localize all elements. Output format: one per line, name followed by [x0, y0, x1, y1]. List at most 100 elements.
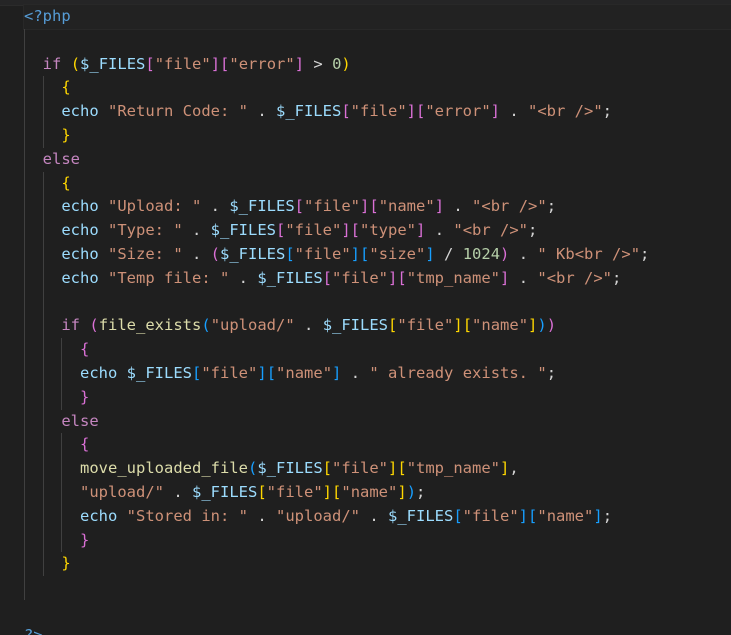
operator-token: .	[229, 268, 258, 287]
bracket-token: [	[360, 244, 370, 263]
code-line[interactable]: move_uploaded_file($_FILES["file"]["tmp_…	[24, 457, 731, 481]
code-line[interactable]: echo "Stored in: " . "upload/" . $_FILES…	[24, 504, 731, 529]
indent-guide	[42, 100, 44, 124]
string-token: "file"	[285, 221, 342, 240]
bracket-token: ]	[341, 221, 351, 240]
code-area[interactable]: <?php if ($_FILES["file"]["error"] > 0) …	[23, 4, 731, 635]
indentation	[24, 55, 43, 73]
bracket-token: ]	[360, 197, 370, 216]
indent-guide	[42, 314, 44, 339]
code-line[interactable]: {	[24, 171, 731, 196]
indent-guide	[24, 28, 25, 53]
code-line[interactable]: }	[24, 123, 731, 148]
string-token: "Stored in: "	[126, 506, 248, 525]
string-token: "error"	[229, 54, 295, 73]
operator-token: .	[509, 268, 538, 287]
indent-guide	[24, 385, 25, 410]
code-line[interactable]: if (file_exists("upload/" . $_FILES["fil…	[24, 314, 731, 339]
code-line[interactable]: if ($_FILES["file"]["error"] > 0)	[24, 52, 731, 77]
code-line[interactable]: echo "Upload: " . $_FILES["file"]["name"…	[24, 195, 731, 220]
indent-guide	[24, 171, 25, 196]
code-line[interactable]: <?php	[23, 4, 731, 30]
code-line[interactable]: else	[24, 147, 731, 172]
bracket-token: ]	[425, 244, 435, 263]
code-line[interactable]: {	[24, 433, 731, 458]
indentation	[24, 150, 43, 168]
code-line[interactable]	[24, 576, 731, 600]
indentation	[24, 531, 80, 549]
bracket-token: ]	[257, 363, 267, 382]
bracket-token: {	[61, 173, 71, 192]
code-line[interactable]	[24, 290, 731, 315]
bracket-token: }	[80, 530, 90, 549]
code-editor[interactable]: <?php if ($_FILES["file"]["error"] > 0) …	[0, 0, 731, 635]
variable-token: $_FILES	[257, 268, 323, 287]
string-token: "<br />"	[528, 102, 603, 121]
code-line[interactable]: echo "Temp file: " . $_FILES["file"]["tm…	[24, 266, 731, 291]
code-line[interactable]: echo "Size: " . ($_FILES["file"]["size"]…	[24, 242, 731, 267]
indent-guide	[24, 361, 25, 386]
string-token: "tmp_name"	[406, 459, 501, 478]
bracket-token: )	[406, 482, 417, 501]
bracket-token: (	[201, 316, 211, 335]
code-line[interactable]: {	[24, 76, 731, 101]
code-line[interactable]	[24, 600, 731, 624]
code-line[interactable]: "upload/" . $_FILES["file"]["name"]);	[24, 480, 731, 505]
code-line[interactable]: echo "Type: " . $_FILES["file"]["type"] …	[24, 219, 731, 243]
bracket-token: }	[80, 387, 90, 406]
code-line[interactable]: else	[24, 409, 731, 434]
bracket-token: ]	[416, 221, 426, 240]
indent-guide	[24, 123, 25, 148]
string-token: "Upload: "	[108, 197, 202, 216]
indent-guide	[61, 457, 63, 481]
code-line[interactable]	[24, 28, 731, 53]
indent-guide	[42, 457, 44, 481]
bracket-token: ]	[406, 102, 416, 121]
string-token: "size"	[369, 244, 426, 263]
indent-guide	[61, 433, 63, 458]
bracket-token: ]	[294, 54, 305, 73]
code-line[interactable]: echo "Return Code: " . $_FILES["file"]["…	[24, 100, 731, 124]
indentation	[24, 459, 80, 477]
string-token: "file"	[294, 244, 351, 263]
bracket-token: [	[341, 102, 351, 121]
code-line[interactable]: }	[24, 528, 731, 553]
bracket-token: [	[322, 459, 332, 478]
code-line[interactable]: echo $_FILES["file"]["name"] . " already…	[24, 361, 731, 386]
variable-token: $_FILES	[229, 197, 295, 216]
bracket-token: ]	[332, 363, 342, 382]
bracket-token: (	[89, 316, 99, 335]
code-line[interactable]: }	[24, 385, 731, 410]
bracket-token: [	[528, 506, 538, 525]
string-token: "tmp_name"	[406, 268, 501, 287]
variable-token: $_FILES	[126, 363, 192, 382]
variable-token: $_FILES	[210, 221, 276, 240]
code-line[interactable]: }	[24, 552, 731, 577]
code-line[interactable]: ?>	[24, 624, 731, 635]
indent-guide	[42, 242, 44, 267]
indent-guide	[42, 433, 44, 458]
string-token: "Type: "	[108, 221, 183, 240]
string-token: "file"	[201, 363, 258, 382]
indentation	[24, 388, 80, 406]
indent-guide	[42, 528, 44, 553]
echo-token: echo	[80, 506, 118, 525]
indent-guide	[42, 219, 44, 243]
operator-token: >	[304, 54, 333, 73]
operator-token: .	[182, 244, 211, 263]
operator-token: ;	[546, 197, 557, 216]
bracket-token: {	[80, 340, 90, 359]
code-line[interactable]: {	[24, 338, 731, 362]
string-token: "file"	[397, 316, 454, 335]
string-token: "file"	[462, 506, 519, 525]
variable-token: $_FILES	[275, 102, 342, 121]
operator-token: .	[444, 197, 473, 216]
indent-guide	[24, 409, 25, 434]
bracket-token: )	[537, 316, 547, 335]
operator-token: ;	[546, 363, 557, 382]
bracket-token: [	[285, 244, 295, 263]
function-token: file_exists	[98, 316, 202, 335]
echo-token: echo	[61, 197, 99, 216]
